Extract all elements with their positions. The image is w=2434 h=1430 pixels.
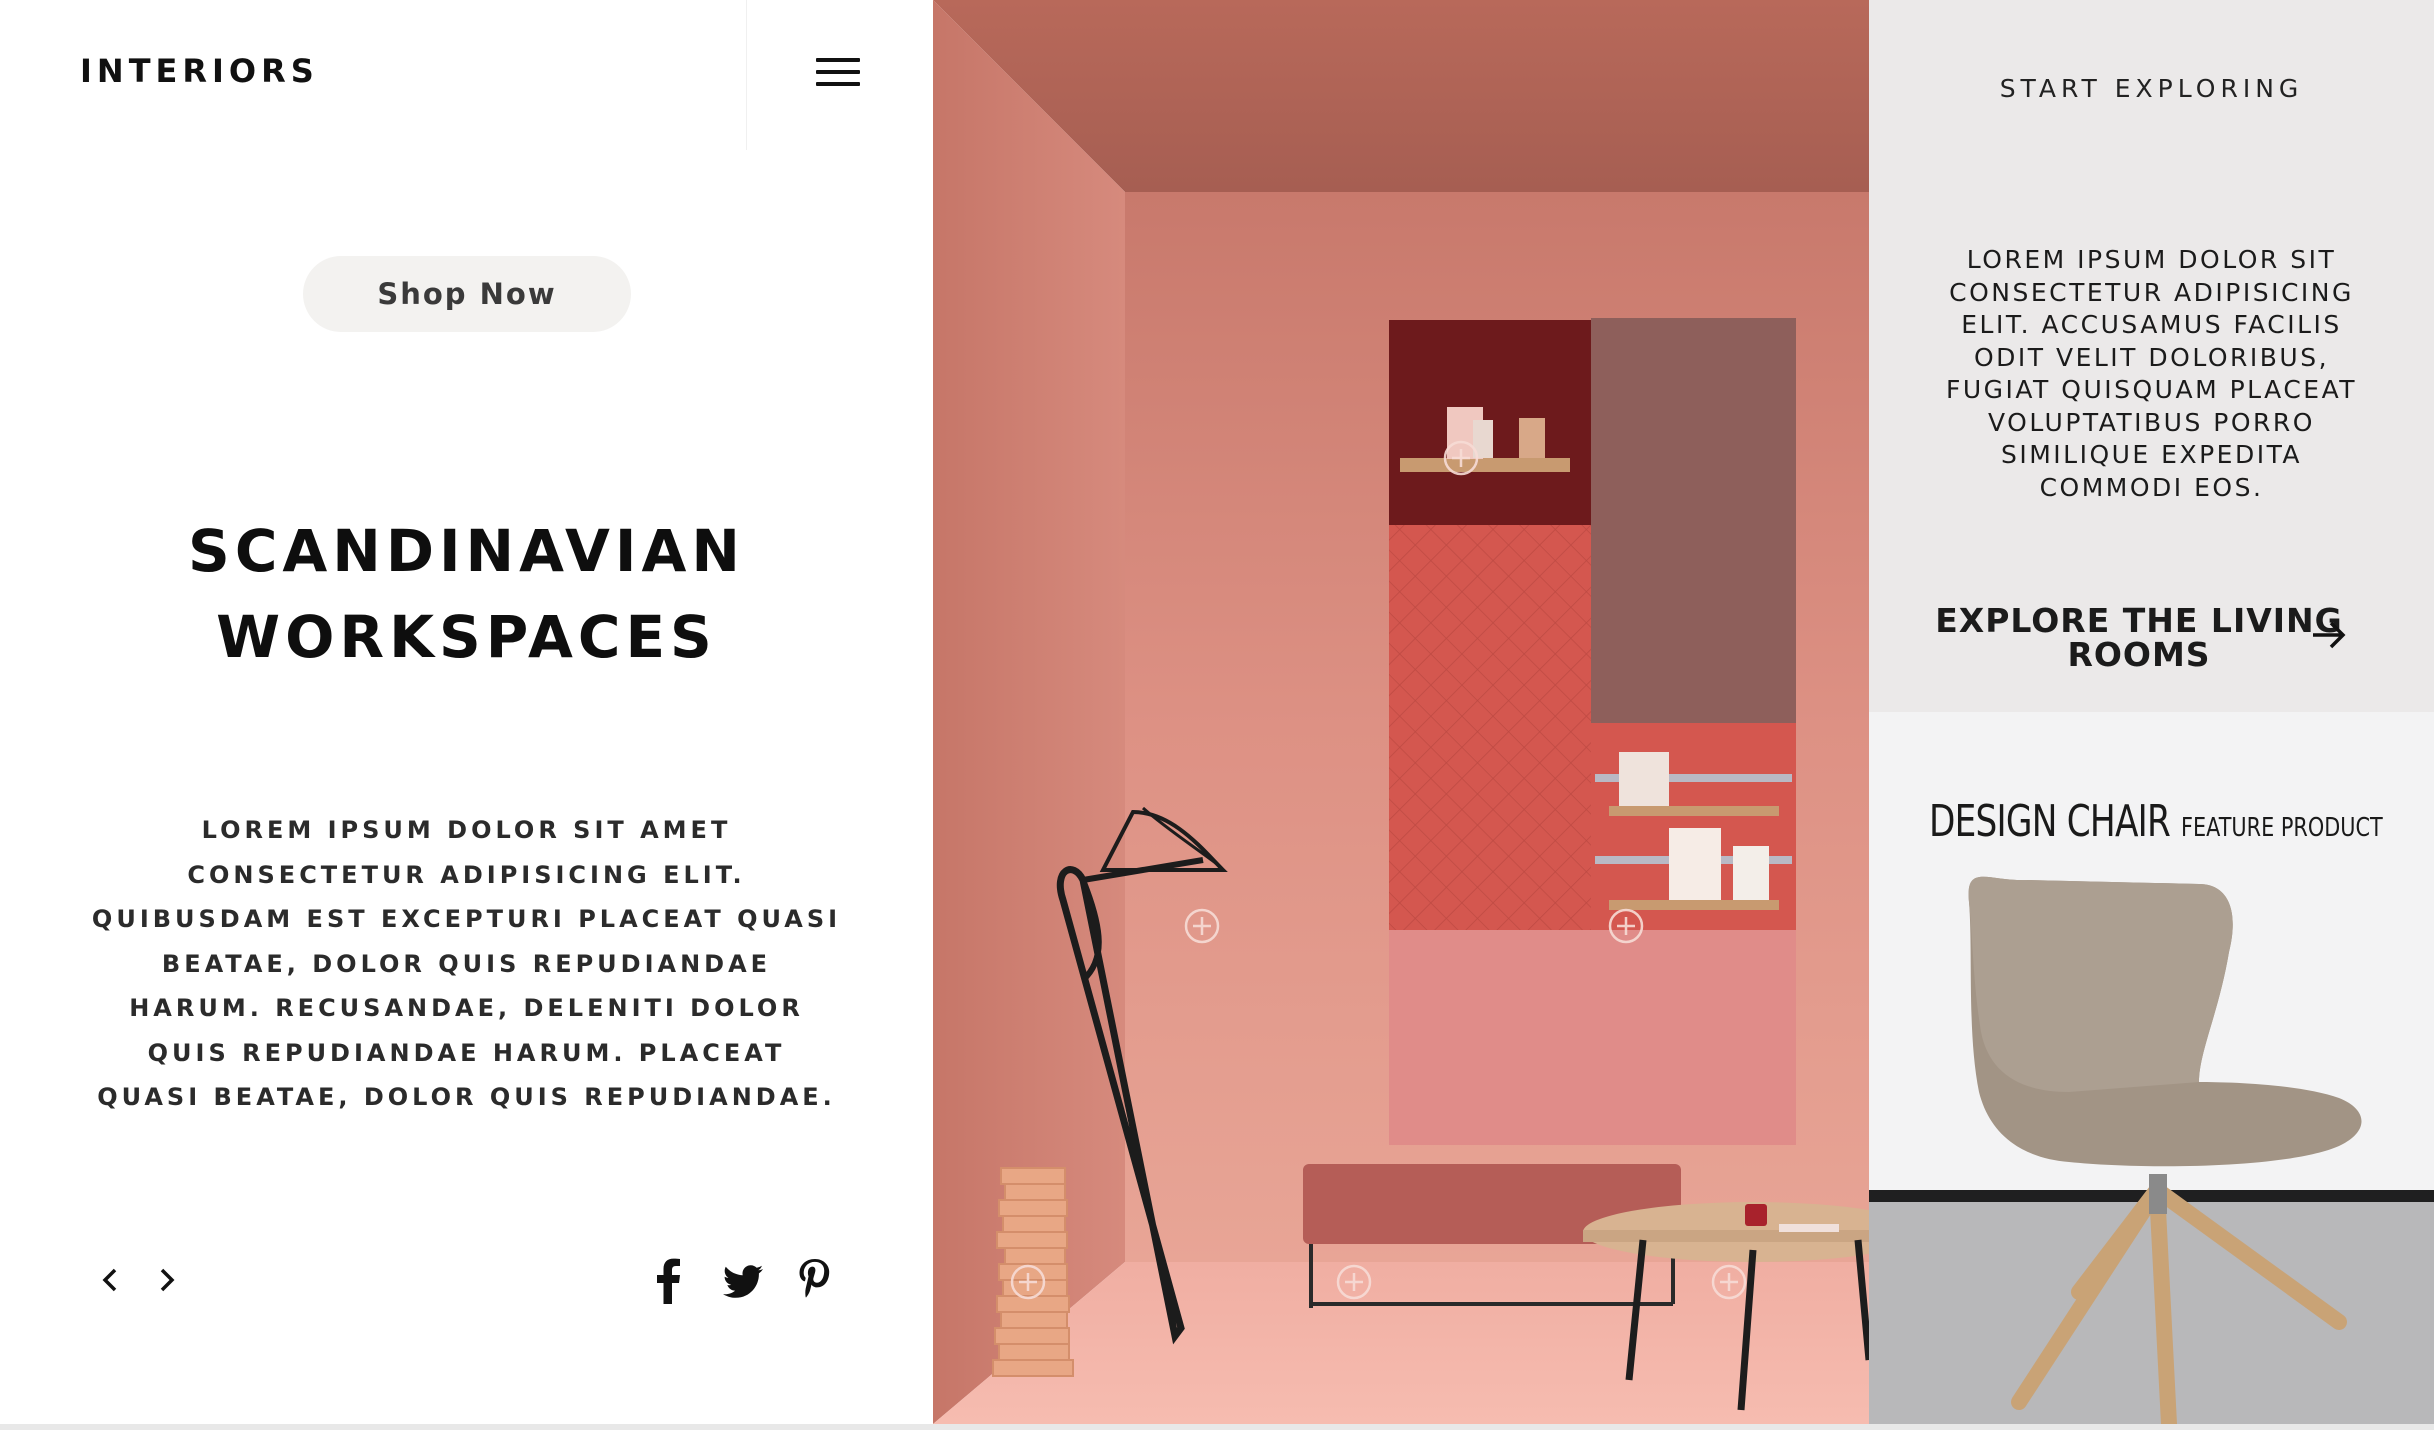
chevron-right-icon[interactable] xyxy=(152,1262,182,1298)
facebook-icon[interactable] xyxy=(648,1256,692,1306)
hamburger-menu-icon[interactable] xyxy=(816,56,864,90)
start-exploring-heading[interactable]: START EXPLORING xyxy=(1869,74,2434,103)
hero-room-image xyxy=(933,0,1869,1424)
brand-logo[interactable]: INTERIORS xyxy=(80,52,319,90)
feature-product-title: DESIGN CHAIR FEATURE PRODUCT xyxy=(1929,796,2409,847)
twitter-icon[interactable] xyxy=(722,1256,766,1306)
hero-title: SCANDINAVIAN WORKSPACES xyxy=(40,508,893,680)
explore-link-line-2: ROOMS xyxy=(2067,635,2211,674)
pinterest-icon[interactable] xyxy=(794,1256,838,1306)
bottom-divider xyxy=(0,1424,2434,1430)
explore-link-line-1: EXPLORE THE LIVING xyxy=(1935,601,2343,640)
explore-panel: START EXPLORING LOREM IPSUM DOLOR SIT CO… xyxy=(1869,0,2434,712)
feature-product-label: FEATURE PRODUCT xyxy=(2181,813,2383,843)
left-panel: INTERIORS Shop Now SCANDINAVIAN WORKSPAC… xyxy=(0,0,933,1424)
design-chair-title: DESIGN CHAIR xyxy=(1929,796,2171,847)
hero-description: LOREM IPSUM DOLOR SIT AMET CONSECTETUR A… xyxy=(91,816,842,1111)
arrow-right-icon[interactable] xyxy=(2311,620,2347,650)
explore-living-rooms-link[interactable]: EXPLORE THE LIVING ROOMS xyxy=(1899,604,2379,672)
chevron-left-icon[interactable] xyxy=(95,1262,125,1298)
explore-description: LOREM IPSUM DOLOR SIT CONSECTETUR ADIPIS… xyxy=(1945,245,2358,502)
shop-now-button[interactable]: Shop Now xyxy=(303,256,631,332)
hero-title-line-2: WORKSPACES xyxy=(216,603,717,671)
hero-title-line-1: SCANDINAVIAN xyxy=(188,517,745,585)
header-divider xyxy=(746,0,747,150)
feature-product-panel: DESIGN CHAIR FEATURE PRODUCT xyxy=(1869,712,2434,1424)
